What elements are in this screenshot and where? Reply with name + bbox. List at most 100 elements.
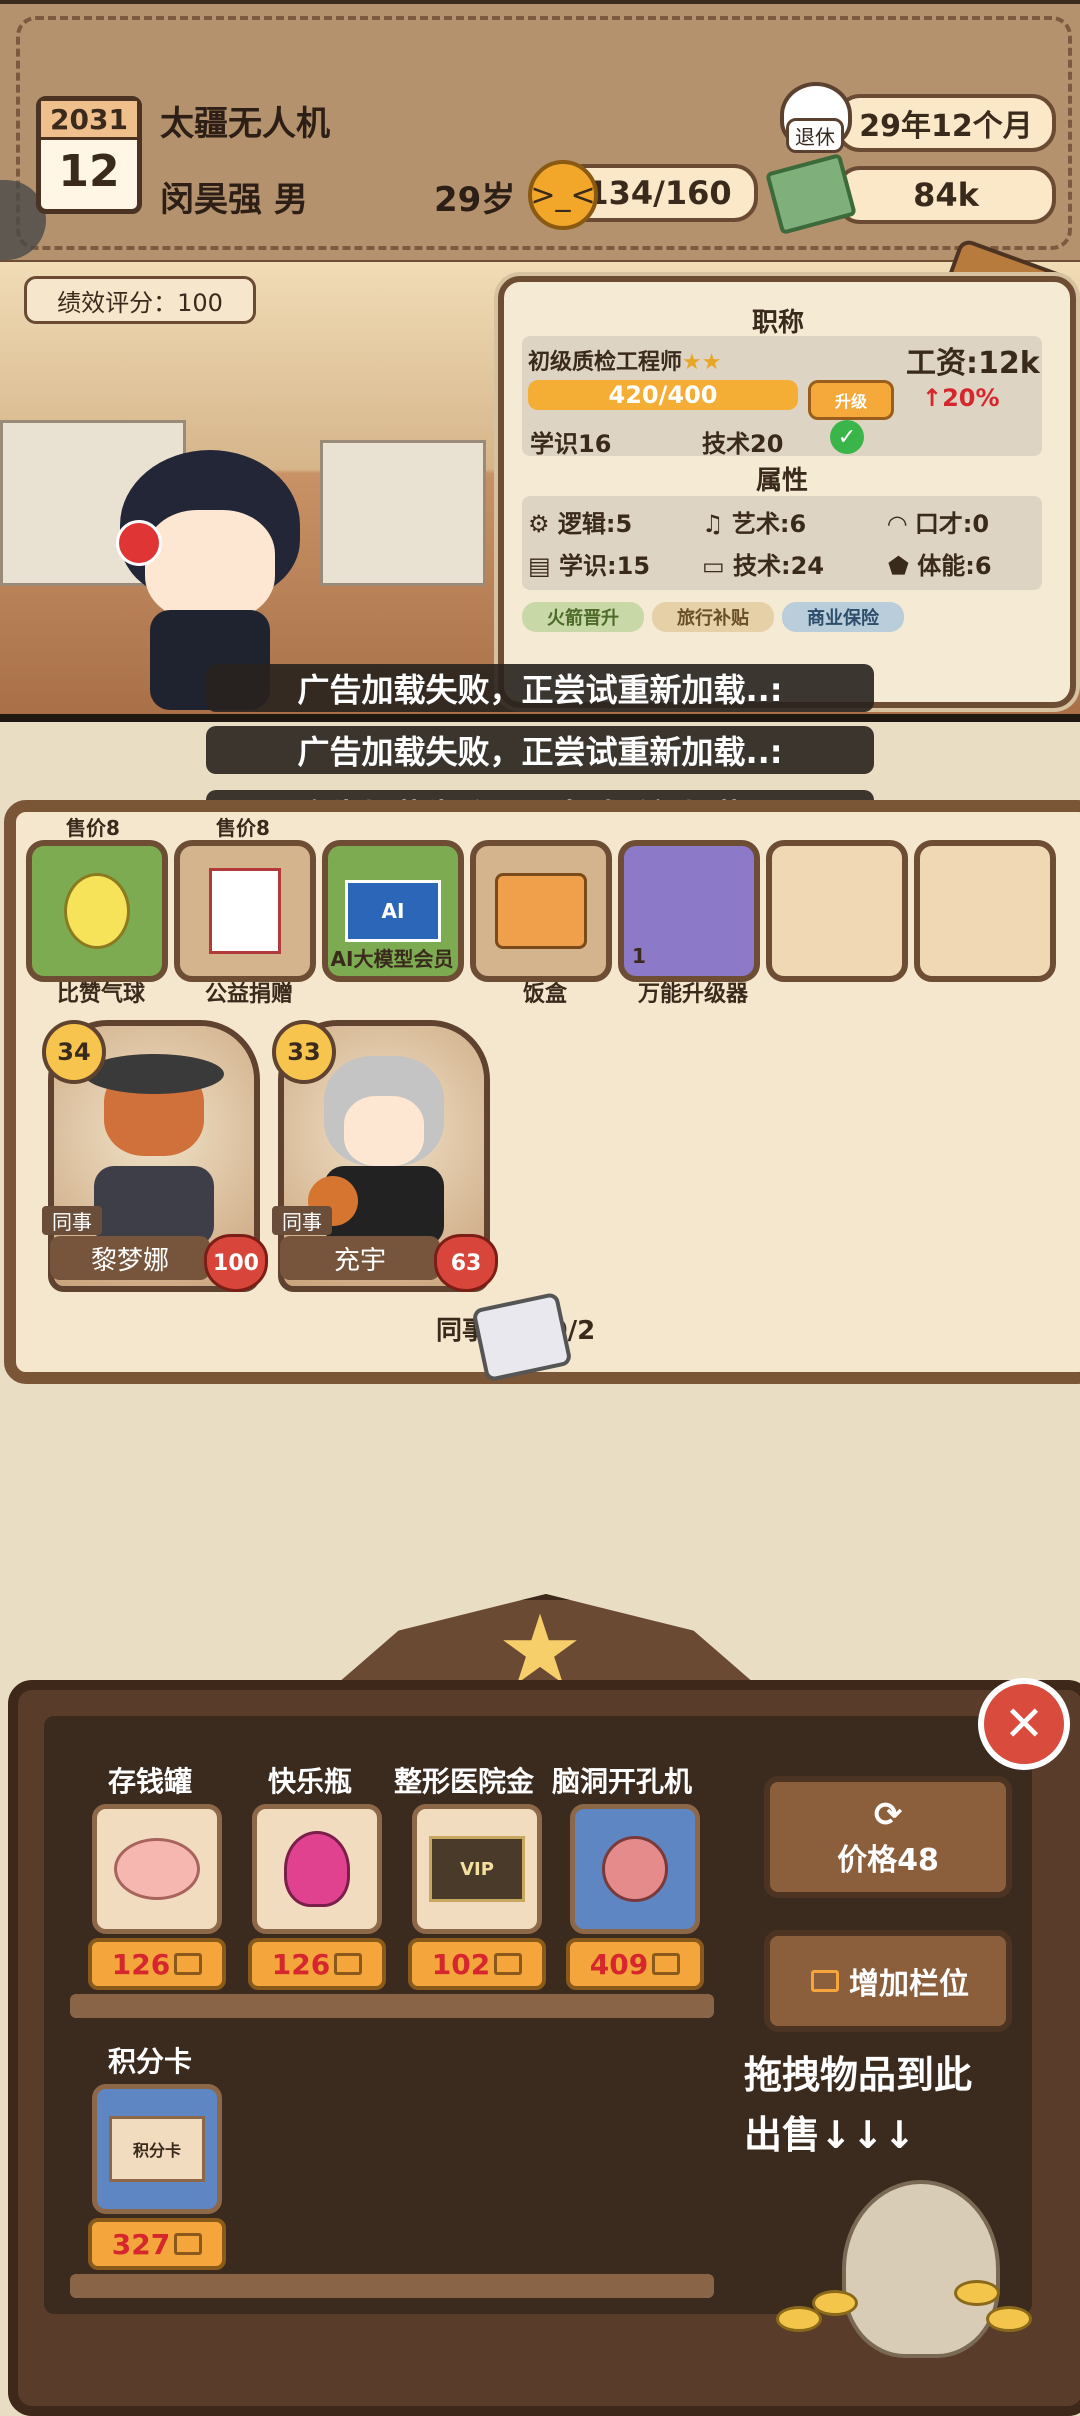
shop-price-2-value: 126 [271, 1947, 331, 1981]
close-button[interactable]: ✕ [978, 1678, 1070, 1770]
piggy-bank-icon [114, 1838, 200, 1900]
coworker-2-face [344, 1096, 424, 1166]
tv-icon [652, 1953, 681, 1975]
sell-hint-1: 拖拽物品到此 [744, 2053, 973, 2097]
shop-item-3-name: 整形医院金 [394, 1765, 535, 1798]
chip-rocket-promotion[interactable]: 火箭晋升 [522, 602, 644, 632]
item-label-ai-member: AI大模型会员 [330, 947, 454, 971]
chip-business-insurance[interactable]: 商业保险 [782, 602, 904, 632]
balloon-icon [64, 873, 130, 949]
attr-stamina: ⬟ 体能:6 [888, 552, 992, 580]
add-slot-label: 增加栏位 [849, 1967, 969, 2002]
attr-tech-value: 技术:24 [733, 552, 825, 580]
company-name: 太疆无人机 [160, 104, 330, 144]
retire-label: 退休 [786, 118, 844, 153]
item-slot-empty-1[interactable] [766, 840, 908, 982]
vip-card-icon: VIP [429, 1836, 525, 1902]
boost-rate: ↑20% [922, 384, 1000, 412]
anger-icon [116, 520, 162, 566]
money-display: 84k [836, 166, 1056, 224]
coworker-2-level: 33 [272, 1020, 336, 1084]
tv-icon [334, 1953, 363, 1975]
coworker-2-affinity: 63 [434, 1234, 498, 1292]
item-slot-empty-2[interactable] [914, 840, 1056, 982]
donation-box-icon [209, 868, 281, 954]
coworker-1-affinity: 100 [204, 1234, 268, 1292]
shop-price-4[interactable]: 409 [566, 1938, 704, 1990]
job-section-title: 职称 [752, 308, 805, 338]
shop-price-1-value: 126 [111, 1947, 171, 1981]
shop-item-5-name: 积分卡 [108, 2045, 193, 2078]
sell-hint-2: 出售↓↓↓ [744, 2113, 916, 2157]
shop-slot-vip-card[interactable]: VIP [412, 1804, 542, 1934]
coworker-1-role: 同事 [42, 1206, 102, 1235]
drink-shelf [320, 440, 486, 586]
calendar-year: 2031 [41, 101, 137, 140]
salary: 工资:12k [906, 346, 1040, 381]
attr-eloquence: ◠ 口才:0 [888, 510, 990, 538]
tv-icon [811, 1970, 839, 1992]
shop-price-1[interactable]: 126 [88, 1938, 226, 1990]
shop-price-3[interactable]: 102 [408, 1938, 546, 1990]
brain-machine-icon [602, 1836, 668, 1902]
shop-slot-points-card[interactable]: 积分卡 [92, 2084, 222, 2214]
coin-icon [812, 2290, 858, 2316]
toast-ad-failed-1: 广告加载失败，正尝试重新加载..: [206, 664, 874, 712]
potion-icon [284, 1831, 350, 1907]
item-label-balloon: 比赞气球 [56, 982, 145, 1007]
shop-item-4-name: 脑洞开孔机 [552, 1765, 693, 1798]
calendar-month: 12 [58, 145, 120, 197]
req-knowledge: 学识16 [530, 430, 612, 458]
tv-icon [494, 1953, 523, 1975]
shop-price-5[interactable]: 327 [88, 2218, 226, 2270]
item-slot-balloon[interactable] [26, 840, 168, 982]
toast-ad-failed-2: 广告加载失败，正尝试重新加载..: [206, 726, 874, 774]
item-label-upgrader: 万能升级器 [637, 982, 748, 1007]
energy-face-icon: >_< [528, 160, 598, 230]
attr-stamina-value: 体能:6 [917, 552, 992, 580]
shop-price-5-value: 327 [111, 2227, 171, 2261]
attr-section-title: 属性 [756, 466, 809, 496]
refresh-icon: ⟳ [873, 1795, 903, 1835]
shop-price-4-value: 409 [589, 1947, 649, 1981]
coworker-2-name: 充宇 [280, 1236, 440, 1280]
attr-knowledge: ▤ 学识:15 [528, 552, 651, 580]
attr-art-value: 艺术:6 [731, 510, 807, 538]
attr-logic: ⚙ 逻辑:5 [528, 510, 633, 538]
job-title-text: 初级质检工程师 [528, 350, 683, 375]
shop-item-2-name: 快乐瓶 [268, 1765, 353, 1798]
refresh-button[interactable]: ⟳ 价格48 [764, 1776, 1012, 1898]
coworker-1-hat [84, 1054, 224, 1094]
shop-slot-piggy-bank[interactable] [92, 1804, 222, 1934]
retire-countdown: 29年12个月 [836, 94, 1056, 152]
upgrader-count: 1 [632, 944, 646, 968]
player-name: 闵昊强 男 [160, 180, 308, 220]
shop-slot-brain-machine[interactable] [570, 1804, 700, 1934]
tv-icon [174, 2233, 203, 2255]
item-slot-donation[interactable] [174, 840, 316, 982]
shop-slot-potion[interactable] [252, 1804, 382, 1934]
attr-eloquence-value: 口才:0 [914, 510, 990, 538]
add-slot-button[interactable]: 增加栏位 [764, 1930, 1012, 2032]
req-tech: 技术20 [702, 430, 784, 458]
player-age: 29岁 [434, 180, 516, 220]
tv-icon [174, 1953, 203, 1975]
coworker-1-body [94, 1166, 214, 1246]
item-slot-lunchbox[interactable] [470, 840, 612, 982]
coin-icon [954, 2280, 1000, 2306]
attr-knowledge-value: 学识:15 [559, 552, 651, 580]
sell-price-1: 售价8 [66, 816, 120, 840]
scene-divider [0, 714, 1080, 722]
check-icon: ✓ [830, 420, 864, 454]
ai-card-icon: AI [345, 880, 441, 942]
money-bag-icon[interactable] [842, 2180, 1000, 2358]
chip-travel-allowance[interactable]: 旅行补贴 [652, 602, 774, 632]
job-title: 初级质检工程师★★ [528, 344, 721, 376]
upgrade-button[interactable]: 升级 [808, 380, 894, 420]
coworker-1-level: 34 [42, 1020, 106, 1084]
coworker-1-name: 黎梦娜 [50, 1236, 210, 1280]
sell-price-2: 售价8 [216, 816, 270, 840]
shop-price-2[interactable]: 126 [248, 1938, 386, 1990]
xp-bar: 420/400 [528, 380, 798, 410]
refresh-price: 价格48 [837, 1843, 939, 1878]
